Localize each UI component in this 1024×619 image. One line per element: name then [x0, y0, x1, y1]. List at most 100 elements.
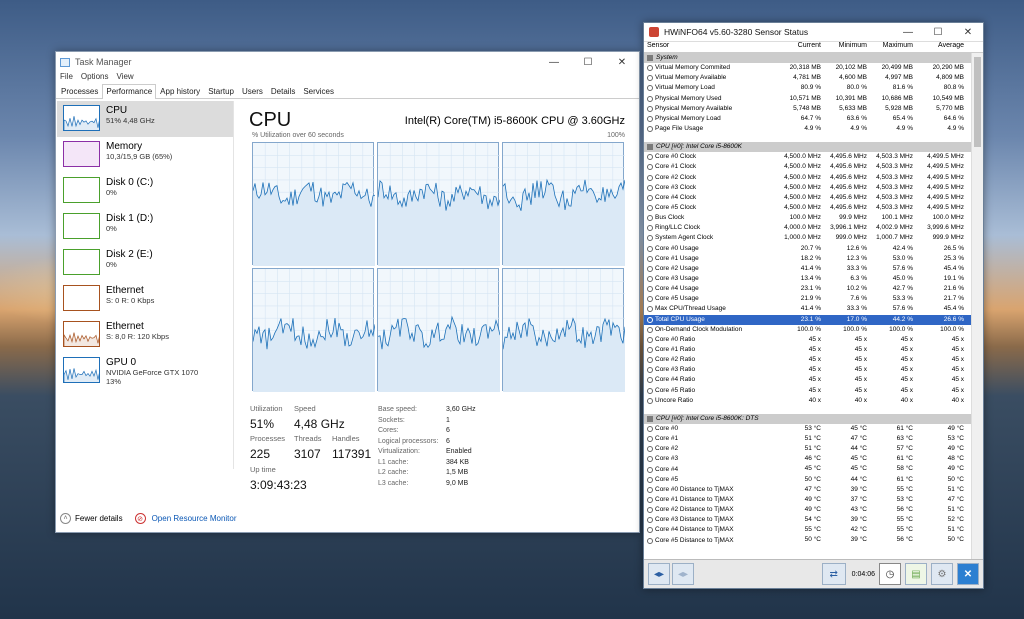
sensor-group-header[interactable]: System [644, 53, 972, 64]
table-row[interactable]: Core #3 Clock 4,500.0 MHz 4,495.6 MHz 4,503… [644, 183, 972, 193]
table-row[interactable]: Core #5 50 °C 44 °C 61 °C 50 °C [644, 475, 972, 485]
hwinfo-maximize-button[interactable]: ☐ [923, 23, 953, 41]
fewer-details-link[interactable]: Fewer details [75, 514, 123, 523]
sidebar-item[interactable]: Disk 2 (E:) 0% [57, 245, 233, 281]
table-row[interactable]: Physical Memory Available 5,748 MB 5,633 M… [644, 104, 972, 114]
current-cell: 4,500.0 MHz [784, 173, 821, 181]
table-row[interactable]: Ring/LLC Clock 4,000.0 MHz 3,996.1 MHz 4,00… [644, 223, 972, 233]
current-cell: 46 °C [804, 455, 821, 463]
table-row[interactable]: Core #0 53 °C 45 °C 61 °C 49 °C [644, 424, 972, 434]
sensor-group-header[interactable]: CPU [#0]: Intel Core i5-8600K [644, 142, 972, 153]
log-file-icon[interactable]: ▤ [905, 563, 927, 585]
table-row[interactable]: Physical Memory Load 64.7 % 63.6 % 65.4 % 64… [644, 114, 972, 124]
sensor-name-cell: Core #2 Distance to TjMAX [647, 505, 762, 515]
table-row[interactable]: Physical Memory Used 10,571 MB 10,391 MB 10… [644, 94, 972, 104]
current-cell: 100.0 % [797, 325, 821, 333]
chevron-up-icon[interactable]: ˄ [60, 513, 71, 524]
nav-forward-icon[interactable]: ◂▸ [672, 563, 694, 585]
tab-details[interactable]: Details [267, 84, 299, 98]
network-icon[interactable]: ⇄ [821, 563, 846, 585]
sensor-scrollbar[interactable] [971, 53, 983, 560]
table-row[interactable]: Core #5 Clock 4,500.0 MHz 4,495.6 MHz 4,503… [644, 203, 972, 213]
tab-services[interactable]: Services [299, 84, 338, 98]
table-row[interactable]: Core #3 Distance to TjMAX 54 °C 39 °C 55 °C… [644, 515, 972, 525]
menu-options[interactable]: Options [81, 72, 109, 84]
sensor-group-header[interactable]: CPU [#0]: Intel Core i5-8600K: DTS [644, 413, 972, 424]
table-row[interactable]: Core #3 Usage 13.4 % 6.3 % 45.0 % 19.1 % [644, 274, 972, 284]
table-row[interactable]: Core #3 46 °C 45 °C 61 °C 48 °C [644, 454, 972, 464]
table-row[interactable]: Virtual Memory Commited 20,318 MB 20,102 M… [644, 63, 972, 73]
tab-performance[interactable]: Performance [102, 84, 157, 99]
table-row[interactable]: Core #1 Ratio 45 x 45 x 45 x 45 x [644, 345, 972, 355]
table-row[interactable]: Core #2 Usage 41.4 % 33.3 % 57.6 % 45.4 % [644, 264, 972, 274]
table-row[interactable]: Core #4 Ratio 45 x 45 x 45 x 45 x [644, 375, 972, 385]
table-row[interactable]: Core #1 51 °C 47 °C 63 °C 53 °C [644, 434, 972, 444]
table-row[interactable]: Core #2 51 °C 44 °C 57 °C 49 °C [644, 444, 972, 454]
hwinfo-close-button[interactable]: ✕ [953, 23, 983, 41]
table-row[interactable]: On-Demand Clock Modulation 100.0 % 100.0 %… [644, 325, 972, 335]
menu-view[interactable]: View [116, 72, 133, 84]
sidebar-item[interactable]: Disk 1 (D:) 0% [57, 209, 233, 245]
table-row[interactable]: Core #1 Usage 18.2 % 12.3 % 53.0 % 25.3 % [644, 254, 972, 264]
table-row[interactable]: Core #1 Distance to TjMAX 49 °C 37 °C 53 °C… [644, 495, 972, 505]
col-average[interactable]: Average [916, 42, 967, 52]
table-row[interactable]: Core #0 Clock 4,500.0 MHz 4,495.6 MHz 4,503… [644, 152, 972, 162]
nav-back-icon[interactable]: ◂▸ [648, 563, 670, 585]
col-sensor[interactable]: Sensor [647, 42, 762, 52]
minimize-button[interactable]: — [537, 52, 571, 72]
table-row[interactable]: Uncore Ratio 40 x 40 x 40 x 40 x [644, 396, 972, 406]
table-row[interactable]: Core #3 Ratio 45 x 45 x 45 x 45 x [644, 365, 972, 375]
sensor-name-cell: Core #3 Usage [647, 274, 762, 284]
col-current[interactable]: Current [762, 42, 824, 52]
tab-processes[interactable]: Processes [57, 84, 102, 98]
hwinfo-window[interactable]: HWiNFO64 v5.60-3280 Sensor Status — ☐ ✕ … [643, 22, 984, 589]
close-button[interactable]: ✕ [605, 52, 639, 72]
table-row[interactable]: Core #1 Clock 4,500.0 MHz 4,495.6 MHz 4,503… [644, 162, 972, 172]
table-row[interactable]: Core #4 Distance to TjMAX 55 °C 42 °C 55 °C… [644, 525, 972, 535]
table-row[interactable]: Bus Clock 100.0 MHz 99.9 MHz 100.1 MHz 100.0… [644, 213, 972, 223]
clock-icon[interactable]: ◷ [879, 563, 901, 585]
tab-app-history[interactable]: App history [156, 84, 204, 98]
sensor-gauge-icon [647, 387, 653, 394]
table-row[interactable]: Core #0 Distance to TjMAX 47 °C 39 °C 55 °C… [644, 485, 972, 495]
table-row[interactable]: Core #5 Ratio 45 x 45 x 45 x 45 x [644, 386, 972, 396]
sidebar-item[interactable]: Ethernet S: 0 R: 0 Kbps [57, 281, 233, 317]
sidebar-item[interactable]: Disk 0 (C:) 0% [57, 173, 233, 209]
sidebar-item[interactable]: Ethernet S: 8,0 R: 120 Kbps [57, 317, 233, 353]
table-row[interactable]: Core #4 Usage 23.1 % 10.2 % 42.7 % 21.6 % [644, 284, 972, 294]
table-row[interactable]: Total CPU Usage 23.1 % 17.0 % 44.2 % 26.6 % [644, 314, 972, 325]
table-row[interactable]: Core #2 Ratio 45 x 45 x 45 x 45 x [644, 355, 972, 365]
tab-users[interactable]: Users [238, 84, 267, 98]
table-row[interactable]: Core #0 Usage 20.7 % 12.6 % 42.4 % 26.5 % [644, 244, 972, 254]
maximize-button[interactable]: ☐ [571, 52, 605, 72]
hwinfo-titlebar[interactable]: HWiNFO64 v5.60-3280 Sensor Status — ☐ ✕ [644, 23, 983, 41]
open-resource-monitor-link[interactable]: Open Resource Monitor [152, 514, 237, 523]
settings-gear-icon[interactable]: ⚙ [931, 563, 953, 585]
table-row[interactable]: Core #4 45 °C 45 °C 58 °C 49 °C [644, 464, 972, 474]
task-manager-window[interactable]: Task Manager — ☐ ✕ File Options View Pro… [55, 51, 640, 533]
hwinfo-minimize-button[interactable]: — [893, 23, 923, 41]
table-row[interactable]: System Agent Clock 1,000.0 MHz 999.0 MHz 1,… [644, 233, 972, 243]
sidebar-item[interactable]: Memory 10,3/15,9 GB (65%) [57, 137, 233, 173]
table-row[interactable]: Core #0 Ratio 45 x 45 x 45 x 45 x [644, 335, 972, 345]
table-row[interactable]: Core #2 Distance to TjMAX 49 °C 43 °C 56 °C… [644, 505, 972, 515]
close-x-icon[interactable]: ✕ [957, 563, 979, 585]
table-row[interactable]: Page File Usage 4.9 % 4.9 % 4.9 % 4.9 % [644, 124, 972, 134]
table-row[interactable]: Core #2 Clock 4,500.0 MHz 4,495.6 MHz 4,503… [644, 173, 972, 183]
table-row[interactable]: Core #5 Distance to TjMAX 50 °C 39 °C 56 °C… [644, 535, 972, 545]
col-maximum[interactable]: Maximum [870, 42, 916, 52]
hwinfo-toolbar: ◂▸ ◂▸ ⇄ 0:04:06 ◷ ▤ ⚙ ✕ [644, 559, 983, 588]
table-row[interactable]: Core #5 Usage 21.9 % 7.6 % 53.3 % 21.7 % [644, 294, 972, 304]
sidebar-item[interactable]: CPU 51% 4,48 GHz [57, 101, 233, 137]
menu-file[interactable]: File [60, 72, 73, 84]
col-minimum[interactable]: Minimum [824, 42, 870, 52]
table-row[interactable]: Virtual Memory Available 4,781 MB 4,600 MB… [644, 73, 972, 83]
tab-startup[interactable]: Startup [204, 84, 238, 98]
table-row[interactable]: Core #4 Clock 4,500.0 MHz 4,495.6 MHz 4,503… [644, 193, 972, 203]
task-manager-titlebar[interactable]: Task Manager — ☐ ✕ [56, 52, 639, 72]
scrollbar-thumb[interactable] [974, 57, 981, 147]
table-row[interactable]: Virtual Memory Load 80.9 % 80.0 % 81.6 % 80.… [644, 83, 972, 93]
table-row[interactable]: Max CPU/Thread Usage 41.4 % 33.3 % 57.6 % 45… [644, 304, 972, 314]
sidebar-item[interactable]: GPU 0 NVIDIA GeForce GTX 1070 13% [57, 353, 233, 389]
minimum-cell: 4,495.6 MHz [830, 193, 867, 201]
